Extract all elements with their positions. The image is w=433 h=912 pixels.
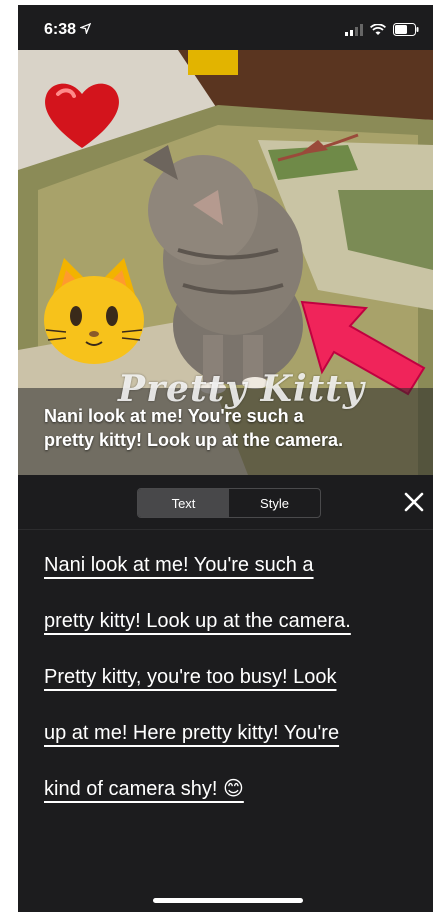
text-line: up at me! Here pretty kitty! You're: [44, 722, 340, 744]
tab-text[interactable]: Text: [138, 489, 229, 517]
status-time: 6:38: [44, 21, 92, 39]
status-bar: 6:38: [18, 5, 433, 50]
heart-sticker[interactable]: [40, 78, 124, 155]
caption-line: pretty kitty! Look up at the camera.: [44, 430, 344, 450]
text-line: Nani look at me! You're such a: [44, 554, 314, 576]
location-arrow-icon: [78, 21, 92, 39]
time-label: 6:38: [44, 21, 77, 38]
home-indicator[interactable]: [153, 898, 303, 903]
signal-icon: [345, 23, 363, 41]
caption-text-editor[interactable]: Nani look at me! You're such a pretty ki…: [44, 537, 414, 817]
cat-face-sticker[interactable]: [38, 258, 150, 373]
caption-line: Nani look at me! You're such a: [44, 406, 304, 426]
photo-preview[interactable]: Pretty Kitty Nani look at me! You're suc…: [18, 50, 433, 475]
text-line: pretty kitty! Look up at the camera.: [44, 610, 351, 632]
text-style-segmented-control: Text Style: [137, 488, 321, 518]
text-line: kind of camera shy! 😊: [44, 778, 244, 800]
wifi-icon: [369, 23, 387, 41]
status-icons: [345, 23, 419, 41]
phone-screen: 6:38 Pretty Kitty Nani look at me! You'r…: [18, 5, 433, 912]
text-line: Pretty kitty, you're too busy! Look: [44, 666, 337, 688]
editor-toolbar: Text Style: [18, 475, 433, 530]
battery-icon: [393, 23, 419, 41]
close-icon[interactable]: [403, 491, 425, 513]
tab-style[interactable]: Style: [229, 489, 320, 517]
photo-caption[interactable]: Nani look at me! You're such a pretty ki…: [44, 404, 414, 452]
